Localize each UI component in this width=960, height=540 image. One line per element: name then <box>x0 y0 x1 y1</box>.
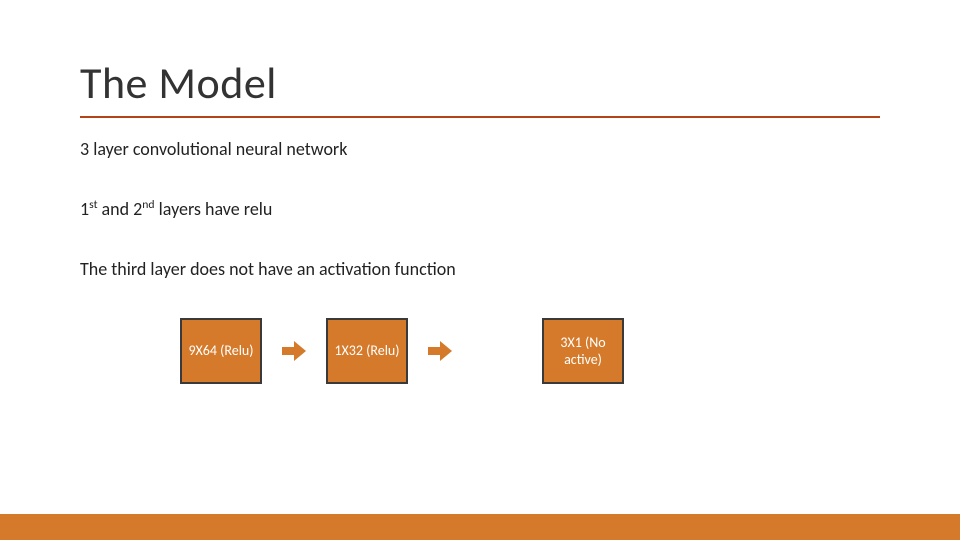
layer-box-1: 9X64 (Relu) <box>180 318 262 384</box>
footer-accent-bar <box>0 514 960 540</box>
network-diagram: 9X64 (Relu) 1X32 (Relu) 3X1 (No active) <box>180 318 880 384</box>
body-line-1: 3 layer convolutional neural network <box>80 138 880 160</box>
text-frag: layers have relu <box>155 198 273 220</box>
layer-box-3: 3X1 (No active) <box>542 318 624 384</box>
slide-title: The Model <box>80 56 880 110</box>
body-line-2: 1st and 2nd layers have relu <box>80 198 880 220</box>
arrow-icon <box>428 341 452 361</box>
layer-box-2: 1X32 (Relu) <box>326 318 408 384</box>
text-frag: 1 <box>80 198 89 220</box>
title-underline <box>80 116 880 118</box>
slide-content: The Model 3 layer convolutional neural n… <box>0 0 960 540</box>
ordinal-sup: nd <box>142 198 154 212</box>
arrow-icon <box>282 341 306 361</box>
text-frag: and 2 <box>97 198 142 220</box>
body-line-3: The third layer does not have an activat… <box>80 258 880 280</box>
